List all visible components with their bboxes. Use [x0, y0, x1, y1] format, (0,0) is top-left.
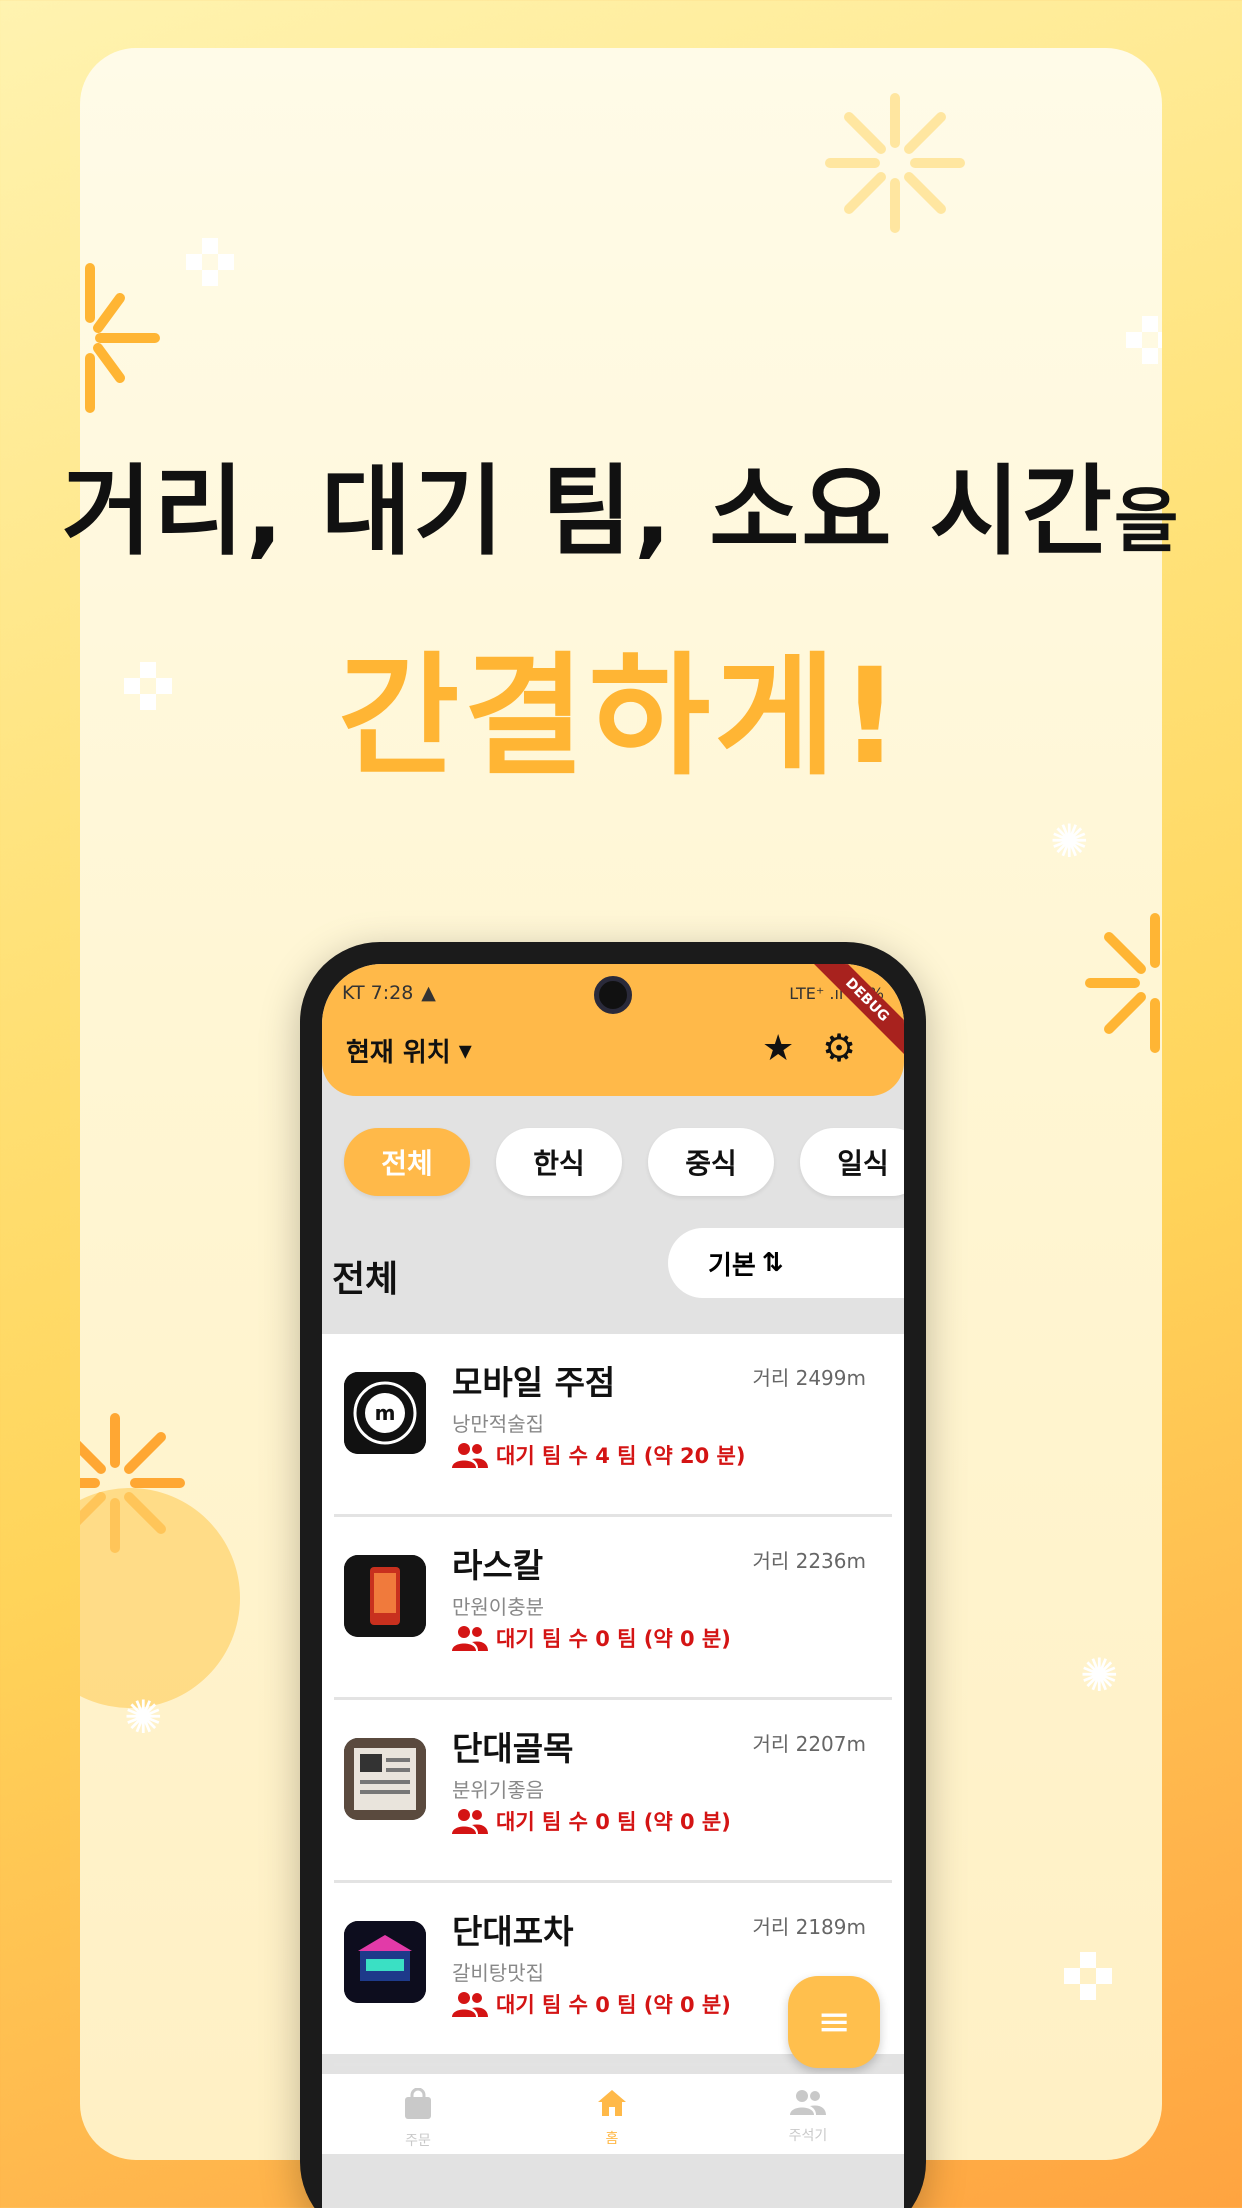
- chip-japanese[interactable]: 일식: [800, 1128, 904, 1196]
- app-bar: KT 7:28 ▲ LTE⁺ .ıl 98% DEBUG 현재 위치 ▾ ★ ⚙: [322, 964, 904, 1096]
- chip-chinese[interactable]: 중식: [648, 1128, 774, 1196]
- wait-text: 대기 팀 수 0 팀 (약 0 분): [496, 1993, 731, 2017]
- restaurant-name: 단대포차: [452, 1912, 574, 1951]
- location-selector[interactable]: 현재 위치 ▾: [346, 1032, 472, 1069]
- phone-screen: KT 7:28 ▲ LTE⁺ .ıl 98% DEBUG 현재 위치 ▾ ★ ⚙…: [322, 964, 904, 2208]
- restaurant-thumbnail: [344, 1921, 426, 2003]
- status-time: KT 7:28: [342, 982, 414, 1004]
- wait-info: 대기 팀 수 4 팀 (약 20 분): [452, 1440, 745, 1470]
- sparkle-icon: ✺: [124, 1690, 163, 1744]
- sunburst-decoration: [85, 263, 160, 413]
- home-icon: [598, 2090, 626, 2116]
- restaurant-name: 모바일 주점: [452, 1363, 616, 1402]
- sunburst-decoration: [825, 93, 965, 233]
- restaurant-distance: 거리 2207m: [752, 1732, 866, 1756]
- restaurant-thumbnail: [344, 1738, 426, 1820]
- people-icon: [452, 1626, 488, 1651]
- restaurant-category: 만원이충분: [452, 1595, 544, 1619]
- warning-icon: ▲: [421, 982, 436, 1004]
- people-icon: [790, 2090, 826, 2115]
- sunburst-decoration: [1085, 913, 1160, 1053]
- restaurant-thumbnail: [344, 1555, 426, 1637]
- favorites-star-icon[interactable]: ★: [762, 1028, 794, 1069]
- restaurant-category: 분위기좋음: [452, 1778, 544, 1802]
- nav-item-orders[interactable]: 주문: [378, 2087, 458, 2150]
- circle-decoration: [80, 1488, 240, 1708]
- restaurant-distance: 거리 2189m: [752, 1915, 866, 1939]
- nav-label: 주문: [405, 2133, 431, 2149]
- restaurant-category: 갈비탕맛집: [452, 1961, 544, 1985]
- restaurant-distance: 거리 2236m: [752, 1549, 866, 1573]
- bag-icon: [405, 2087, 431, 2119]
- section-title: 전체: [332, 1259, 399, 1300]
- sparkle-icon: ✺: [1050, 814, 1089, 868]
- category-chips: 전체 한식 중식 일식: [344, 1128, 904, 1196]
- wait-text: 대기 팀 수 0 팀 (약 0 분): [496, 1810, 731, 1834]
- sort-arrows-icon: ⇅: [761, 1248, 784, 1278]
- people-icon: [452, 1443, 488, 1468]
- nav-item-people[interactable]: 주석기: [768, 2088, 848, 2145]
- list-item[interactable]: 라스칼 거리 2236m 만원이충분 대기 팀 수 0 팀 (약 0 분): [322, 1517, 904, 1700]
- sort-button[interactable]: 기본 ⇅: [668, 1228, 904, 1298]
- menu-icon: ≡: [817, 1999, 851, 2045]
- restaurant-list: m 모바일 주점 거리 2499m 낭만적술집 대기 팀 수 4 팀 (약 20…: [322, 1334, 904, 2066]
- people-icon: [452, 1992, 488, 2017]
- headline-main: 거리, 대기 팀, 소요 시간: [61, 455, 1114, 569]
- front-camera: [594, 976, 632, 1014]
- people-icon: [452, 1809, 488, 1834]
- restaurant-name: 라스칼: [452, 1546, 544, 1585]
- pixel-sparkle-decoration: [1126, 316, 1162, 364]
- chip-all[interactable]: 전체: [344, 1128, 470, 1196]
- nav-label: 주석기: [788, 2128, 828, 2144]
- wait-text: 대기 팀 수 0 팀 (약 0 분): [496, 1627, 731, 1651]
- menu-fab[interactable]: ≡: [788, 1976, 880, 2068]
- pixel-sparkle-decoration: [1064, 1952, 1112, 2000]
- restaurant-thumbnail: m: [344, 1372, 426, 1454]
- chevron-down-icon: ▾: [458, 1035, 472, 1066]
- nav-item-home[interactable]: 홈: [572, 2088, 652, 2148]
- wait-text: 대기 팀 수 4 팀 (약 20 분): [496, 1444, 746, 1468]
- wait-info: 대기 팀 수 0 팀 (약 0 분): [452, 1623, 731, 1653]
- headline-particle: 을: [1113, 480, 1181, 562]
- phone-mockup: KT 7:28 ▲ LTE⁺ .ıl 98% DEBUG 현재 위치 ▾ ★ ⚙…: [300, 942, 926, 2208]
- list-item[interactable]: 단대골목 거리 2207m 분위기좋음 대기 팀 수 0 팀 (약 0 분): [322, 1700, 904, 1883]
- wait-info: 대기 팀 수 0 팀 (약 0 분): [452, 1989, 731, 2019]
- headline-accent: 간결하게!: [338, 640, 904, 794]
- svg-text:m: m: [375, 1401, 396, 1425]
- sparkle-icon: ✺: [1080, 1648, 1119, 1702]
- nav-label: 홈: [605, 2131, 619, 2147]
- pixel-sparkle-decoration: [186, 238, 234, 286]
- restaurant-name: 단대골목: [452, 1729, 574, 1768]
- settings-gear-icon[interactable]: ⚙: [822, 1026, 856, 1070]
- wait-info: 대기 팀 수 0 팀 (약 0 분): [452, 1806, 731, 1836]
- restaurant-distance: 거리 2499m: [752, 1366, 866, 1390]
- list-item[interactable]: m 모바일 주점 거리 2499m 낭만적술집 대기 팀 수 4 팀 (약 20…: [322, 1334, 904, 1517]
- sort-label: 기본: [708, 1250, 756, 1281]
- headline: 거리, 대기 팀, 소요 시간을: [0, 432, 1242, 574]
- chip-korean[interactable]: 한식: [496, 1128, 622, 1196]
- location-label: 현재 위치: [346, 1038, 451, 1068]
- restaurant-category: 낭만적술집: [452, 1412, 544, 1436]
- bottom-navigation: 주문 홈 주석기: [322, 2074, 904, 2154]
